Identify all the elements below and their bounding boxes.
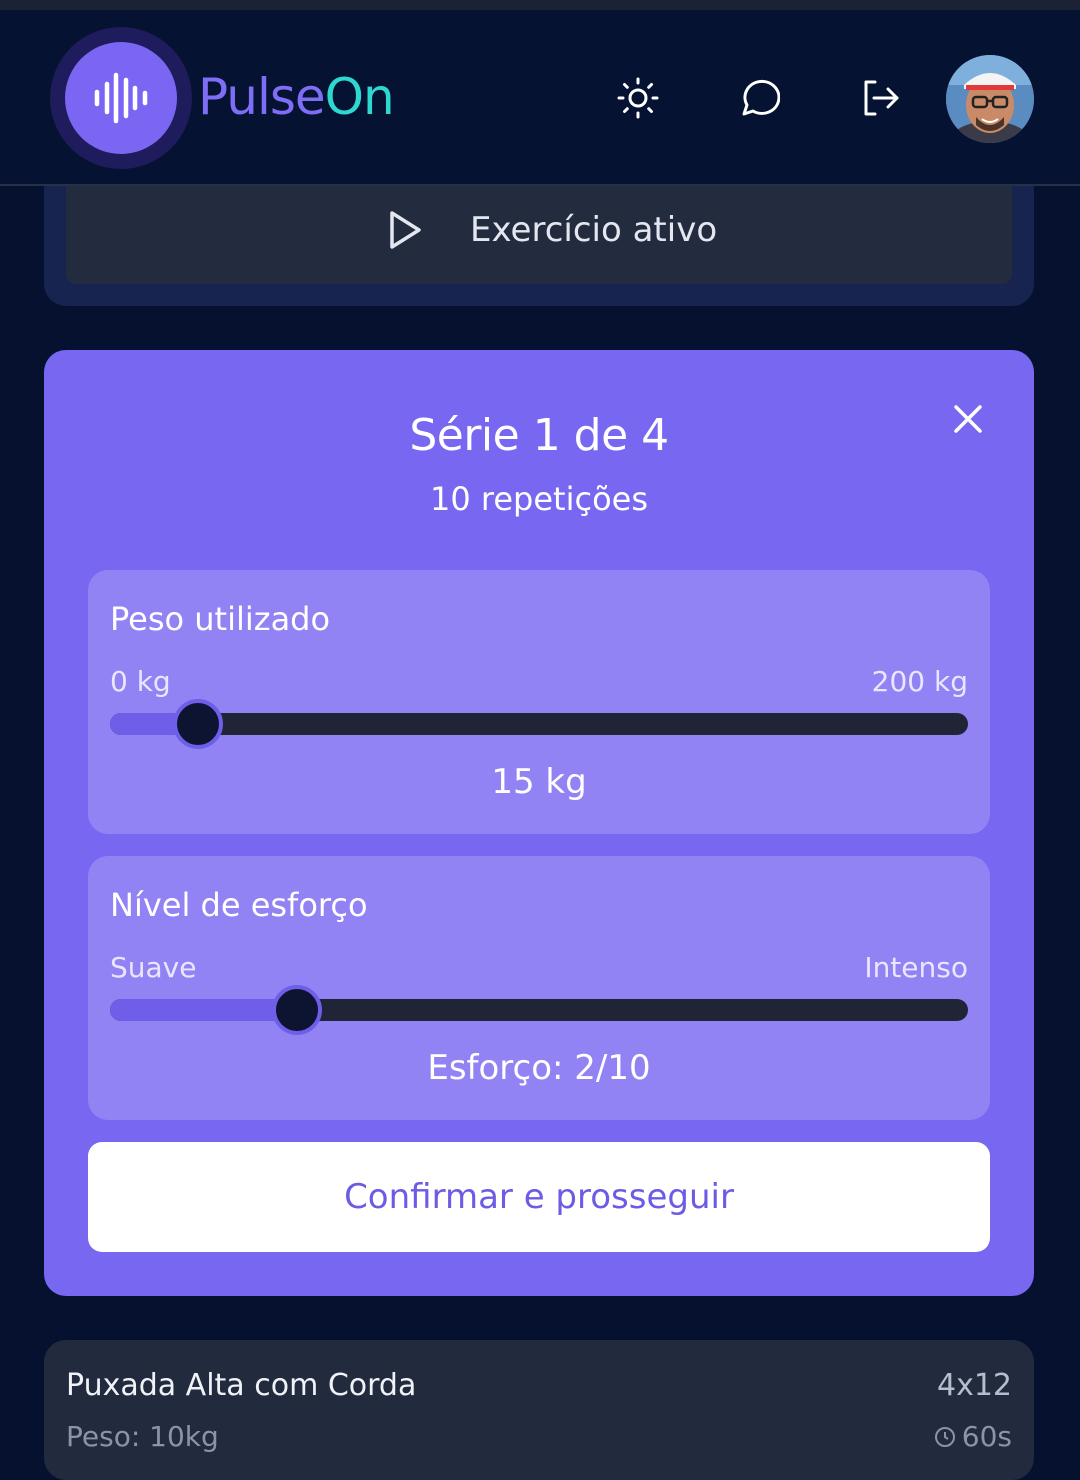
effort-label: Nível de esforço: [110, 886, 368, 924]
exercise-rest-value: 60s: [961, 1420, 1012, 1453]
weight-label: Peso utilizado: [110, 600, 331, 638]
logout-button[interactable]: [850, 68, 910, 128]
effort-slider[interactable]: [110, 985, 968, 1035]
effort-slider-fill: [110, 999, 297, 1021]
close-icon: [954, 405, 982, 433]
user-avatar[interactable]: [946, 55, 1034, 143]
effort-panel: Nível de esforço Suave Intenso Esforço: …: [88, 856, 990, 1120]
confirm-button[interactable]: Confirmar e prosseguir: [88, 1142, 990, 1252]
exercise-weight: Peso: 10kg: [66, 1420, 219, 1453]
logout-icon: [864, 80, 899, 116]
clock-icon: [934, 1426, 955, 1447]
brand-prefix: Pulse: [198, 68, 326, 126]
theme-toggle-button[interactable]: [608, 68, 668, 128]
weight-slider[interactable]: [110, 699, 968, 749]
weight-slider-thumb[interactable]: [173, 699, 223, 749]
chat-button[interactable]: [728, 68, 788, 128]
effort-value: Esforço: 2/10: [427, 1048, 651, 1088]
exercise-list-item[interactable]: Puxada Alta com Corda 4x12 Peso: 10kg 60…: [44, 1340, 1034, 1480]
weight-min-label: 0 kg: [110, 665, 171, 698]
sun-icon: [617, 77, 659, 119]
weight-max-label: 200 kg: [871, 665, 968, 698]
weight-panel: Peso utilizado 0 kg 200 kg 15 kg: [88, 570, 990, 834]
exercise-rest: 60s: [934, 1420, 1012, 1453]
effort-min-label: Suave: [110, 951, 197, 984]
audio-waveform-icon: [94, 72, 148, 124]
set-title: Série 1 de 4: [409, 410, 669, 461]
chat-icon: [742, 79, 780, 116]
active-exercise-label: Exercício ativo: [470, 210, 718, 250]
exercise-sets: 4x12: [936, 1368, 1012, 1403]
play-icon: [388, 210, 422, 254]
effort-slider-thumb[interactable]: [271, 985, 322, 1035]
app-header: PulseOn: [0, 10, 1080, 186]
brand-name: PulseOn: [198, 68, 395, 126]
app-logo[interactable]: [50, 27, 192, 169]
set-reps: 10 repetições: [430, 480, 648, 518]
weight-value: 15 kg: [491, 762, 587, 802]
brand-suffix: On: [324, 68, 395, 126]
status-strip: [0, 0, 1080, 10]
exercise-name: Puxada Alta com Corda: [66, 1368, 417, 1403]
close-button[interactable]: [944, 395, 992, 443]
effort-max-label: Intenso: [864, 951, 968, 984]
set-log-card: Série 1 de 4 10 repetições Peso utilizad…: [44, 350, 1034, 1296]
